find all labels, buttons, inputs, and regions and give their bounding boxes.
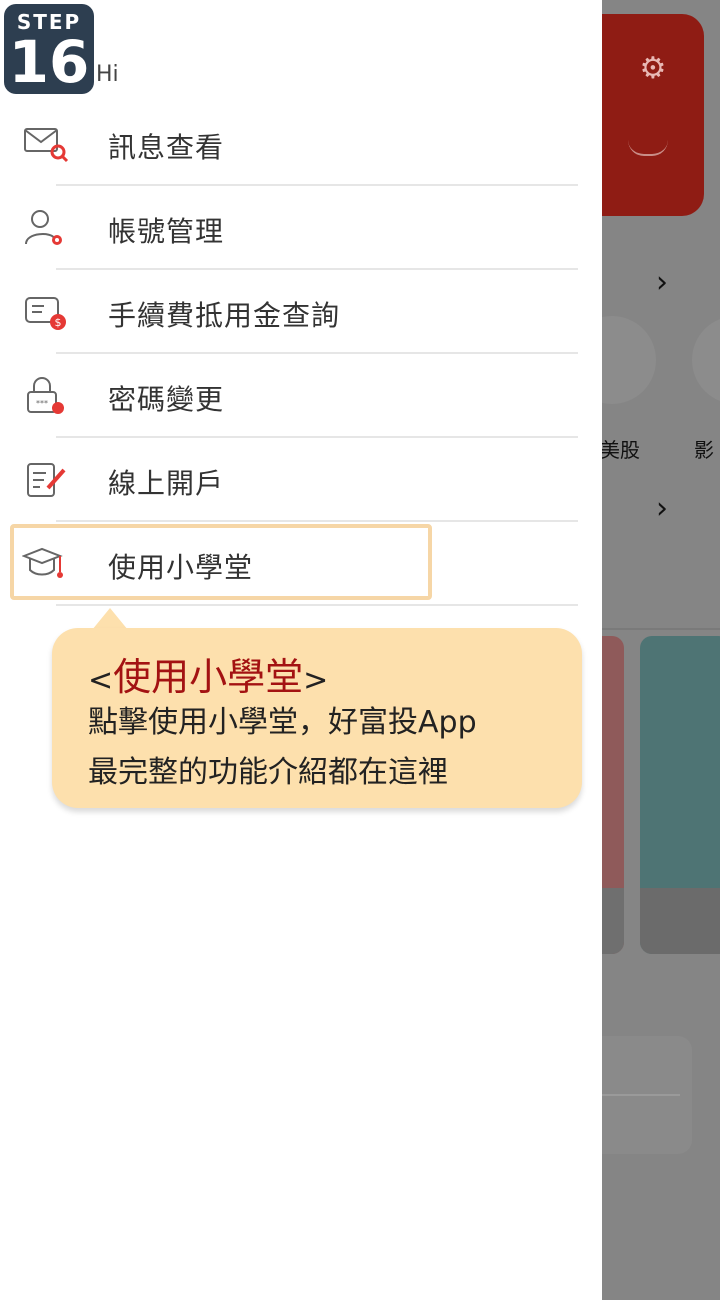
tooltip-body: 點擊使用小學堂，好富投App 最完整的功能介紹都在這裡 [88,698,477,798]
divider [56,604,578,606]
lock-icon: *** [22,376,70,416]
title-close-bracket: > [303,663,329,698]
chevron-right-icon: › [656,491,668,526]
menu-item-label: 線上開戶 [108,467,225,500]
title-open-bracket: < [88,663,114,698]
menu-item-password[interactable]: *** 密碼變更 [0,354,602,438]
title-accent: 使用小學堂 [113,655,304,699]
tooltip-line: 最完整的功能介紹都在這裡 [88,755,448,790]
user-settings-icon [22,208,70,248]
divider [602,628,720,630]
menu-item-label: 手續費抵用金查詢 [108,299,341,332]
tooltip-title: <使用小學堂> [88,646,328,701]
step-badge: STEP 16 [4,4,94,94]
video-label: 影 [694,438,714,462]
tooltip-pointer [92,608,128,630]
menu-item-label: 帳號管理 [108,215,225,248]
tooltip-line: 點擊使用小學堂，好富投App [88,705,477,740]
step-number: 16 [8,28,90,96]
mail-search-icon [22,124,70,164]
video-shortcut [692,316,720,404]
tooltip-callout: <使用小學堂> 點擊使用小學堂，好富投App 最完整的功能介紹都在這裡 [52,628,582,808]
menu-item-account[interactable]: 帳號管理 [0,186,602,270]
us-stock-label: 美股 [600,438,640,462]
gear-icon: ⚙ [639,51,667,86]
menu-item-label: 訊息查看 [108,131,225,164]
promo-card-footer [640,888,720,954]
tutorial-highlight-frame [10,524,432,600]
edit-document-icon [22,460,70,500]
menu-item-online-account[interactable]: 線上開戶 [0,438,602,522]
fee-coupon-icon: $ [22,292,70,332]
greeting-text: Hi [96,62,119,87]
menu-item-label: 密碼變更 [108,383,225,416]
chevron-right-icon: › [656,265,668,300]
menu-item-messages[interactable]: 訊息查看 [0,102,602,186]
svg-text:$: $ [55,316,62,329]
divider [590,1094,680,1096]
menu-item-fee-coupon[interactable]: $ 手續費抵用金查詢 [0,270,602,354]
svg-text:***: *** [36,399,48,408]
